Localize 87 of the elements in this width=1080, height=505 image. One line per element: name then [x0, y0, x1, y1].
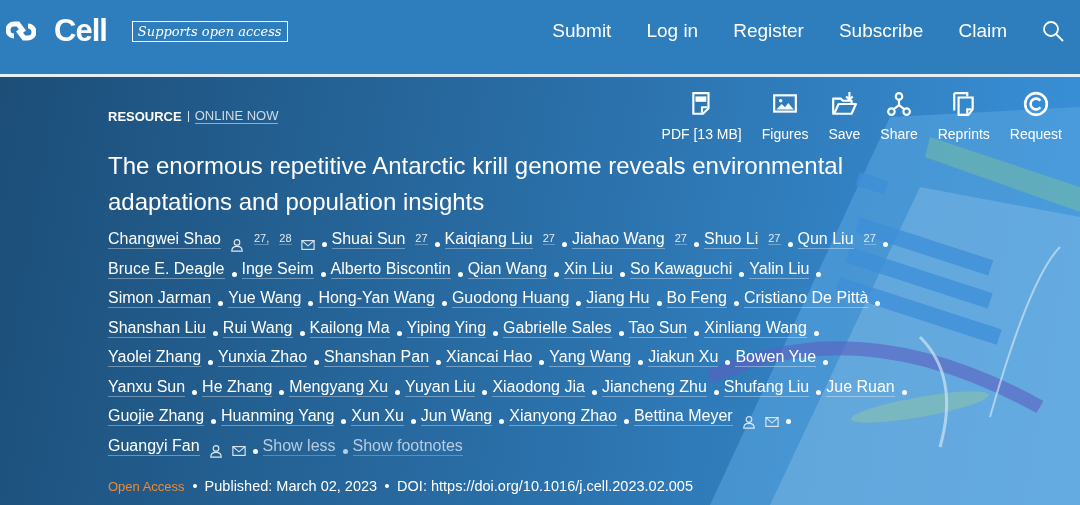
article-status[interactable]: ONLINE NOW	[194, 108, 279, 124]
author-link[interactable]: Jiakun Xu	[648, 348, 719, 367]
author-link[interactable]: Yalin Liu	[749, 259, 810, 279]
article-type: RESOURCE	[108, 108, 182, 124]
save-button[interactable]: Save	[818, 91, 871, 142]
person-icon[interactable]	[229, 237, 244, 252]
author-link[interactable]: Shuo Li	[704, 230, 759, 249]
author-link[interactable]: Xiancai Hao	[446, 348, 533, 367]
affiliation-number[interactable]: 27	[768, 232, 781, 245]
author-link[interactable]: Xin Liu	[564, 259, 613, 279]
nav-link[interactable]: Claim	[958, 20, 1007, 42]
person-icon[interactable]	[208, 444, 223, 459]
share-button[interactable]: Share	[870, 91, 928, 142]
request-button[interactable]: Request	[999, 91, 1072, 142]
author-link[interactable]: Tao Sun	[628, 318, 688, 338]
author-link[interactable]: Xun Xu	[351, 407, 404, 426]
logo[interactable]: Cell	[54, 13, 107, 49]
author-link[interactable]: Qian Wang	[467, 259, 548, 279]
author-link[interactable]: Kaiqiang Liu	[444, 230, 533, 249]
author-link[interactable]: Yang Wang	[549, 348, 632, 367]
nav-link[interactable]: Subscribe	[838, 20, 924, 42]
author-link[interactable]: Kailong Ma	[309, 318, 390, 338]
author-link[interactable]: Jiancheng Zhu	[601, 377, 707, 397]
author-link[interactable]: Yue Wang	[228, 289, 302, 308]
author-link[interactable]: He Zhang	[202, 377, 273, 397]
author-link[interactable]: Xiaodong Jia	[492, 377, 585, 397]
author-toggle-link[interactable]: Show footnotes	[352, 436, 463, 456]
author-link[interactable]: Shanshan Pan	[324, 348, 430, 367]
author-link[interactable]: Yaolei Zhang	[108, 348, 202, 367]
person-icon[interactable]	[741, 414, 756, 429]
affiliation-number[interactable]: 27	[542, 232, 555, 245]
author-link[interactable]: Jiang Hu	[586, 289, 650, 308]
author-link[interactable]: Alberto Biscontin	[330, 259, 451, 279]
author-link[interactable]: Bo Feng	[666, 289, 727, 308]
author-link[interactable]: Yiping Ying	[406, 318, 487, 338]
author-link[interactable]: Cristiano De Pittà	[744, 289, 869, 308]
nav-link[interactable]: Submit	[552, 20, 612, 42]
affiliation-number[interactable]: 27,	[253, 232, 270, 245]
affiliation-number[interactable]: 27	[415, 232, 428, 245]
reprints-button[interactable]: Reprints	[927, 91, 1000, 142]
mail-icon[interactable]	[231, 444, 246, 459]
nav-link[interactable]: Log in	[646, 20, 699, 42]
mail-icon[interactable]	[764, 414, 779, 429]
author-link[interactable]: Shuai Sun	[331, 230, 406, 249]
author-link[interactable]: Guojie Zhang	[108, 407, 205, 426]
author-link[interactable]: Bettina Meyer	[633, 407, 733, 426]
affiliation-number[interactable]: 27	[674, 232, 687, 245]
doi-link[interactable]: DOI: https://doi.org/10.1016/j.cell.2023.02.005	[397, 478, 693, 494]
author-link[interactable]: Huanming Yang	[221, 407, 335, 426]
pdf-button[interactable]: PDF [13 MB]	[651, 91, 752, 142]
copyright-icon	[1022, 91, 1049, 117]
author-link[interactable]: Gabrielle Sales	[503, 318, 612, 338]
author-link[interactable]: Hong-Yan Wang	[318, 289, 435, 308]
nav-link[interactable]: Register	[733, 20, 804, 42]
share-icon	[886, 91, 912, 117]
author-link[interactable]: Changwei Shao	[108, 230, 221, 249]
open-access-label: Open Access	[108, 478, 185, 494]
author-link[interactable]: Shufang Liu	[723, 377, 810, 397]
article-title: The enormous repetitive Antarctic krill genome reveals environmental adaptations and population insights	[108, 151, 844, 217]
author-link[interactable]: Mengyang Xu	[289, 377, 389, 397]
author-link[interactable]: Jiahao Wang	[571, 230, 665, 249]
folder-download-icon	[831, 91, 858, 117]
author-link[interactable]: Qun Liu	[797, 230, 854, 249]
search-icon[interactable]	[1042, 20, 1064, 42]
author-link[interactable]: Yanxu Sun	[108, 377, 186, 397]
author-link[interactable]: Guodong Huang	[451, 289, 570, 308]
author-link[interactable]: Yunxia Zhao	[218, 348, 308, 367]
affiliation-number[interactable]: 28	[279, 232, 292, 245]
mail-icon[interactable]	[300, 237, 315, 252]
author-link[interactable]: Bowen Yue	[735, 348, 817, 367]
author-link[interactable]: So Kawaguchi	[630, 259, 733, 279]
author-link[interactable]: Yuyan Liu	[405, 377, 476, 397]
author-link[interactable]: Bruce E. Deagle	[108, 259, 225, 279]
open-access-badge: Supports open access	[131, 20, 288, 42]
affiliation-number[interactable]: 27	[863, 232, 876, 245]
figures-button[interactable]: Figures	[751, 91, 819, 142]
author-link[interactable]: Inge Seim	[241, 259, 314, 279]
author-link[interactable]: Jun Wang	[420, 407, 493, 426]
author-toggle-link[interactable]: Show less	[262, 436, 336, 456]
author-link[interactable]: Shanshan Liu	[108, 318, 206, 338]
author-link[interactable]: Simon Jarman	[108, 289, 212, 308]
author-link[interactable]: Guangyi Fan	[108, 436, 200, 456]
published-date: Published: March 02, 2023	[204, 478, 378, 494]
document-stack-icon	[950, 91, 977, 117]
author-link[interactable]: Xianyong Zhao	[509, 407, 617, 426]
author-link[interactable]: Xinliang Wang	[704, 318, 807, 338]
author-link[interactable]: Rui Wang	[222, 318, 293, 338]
